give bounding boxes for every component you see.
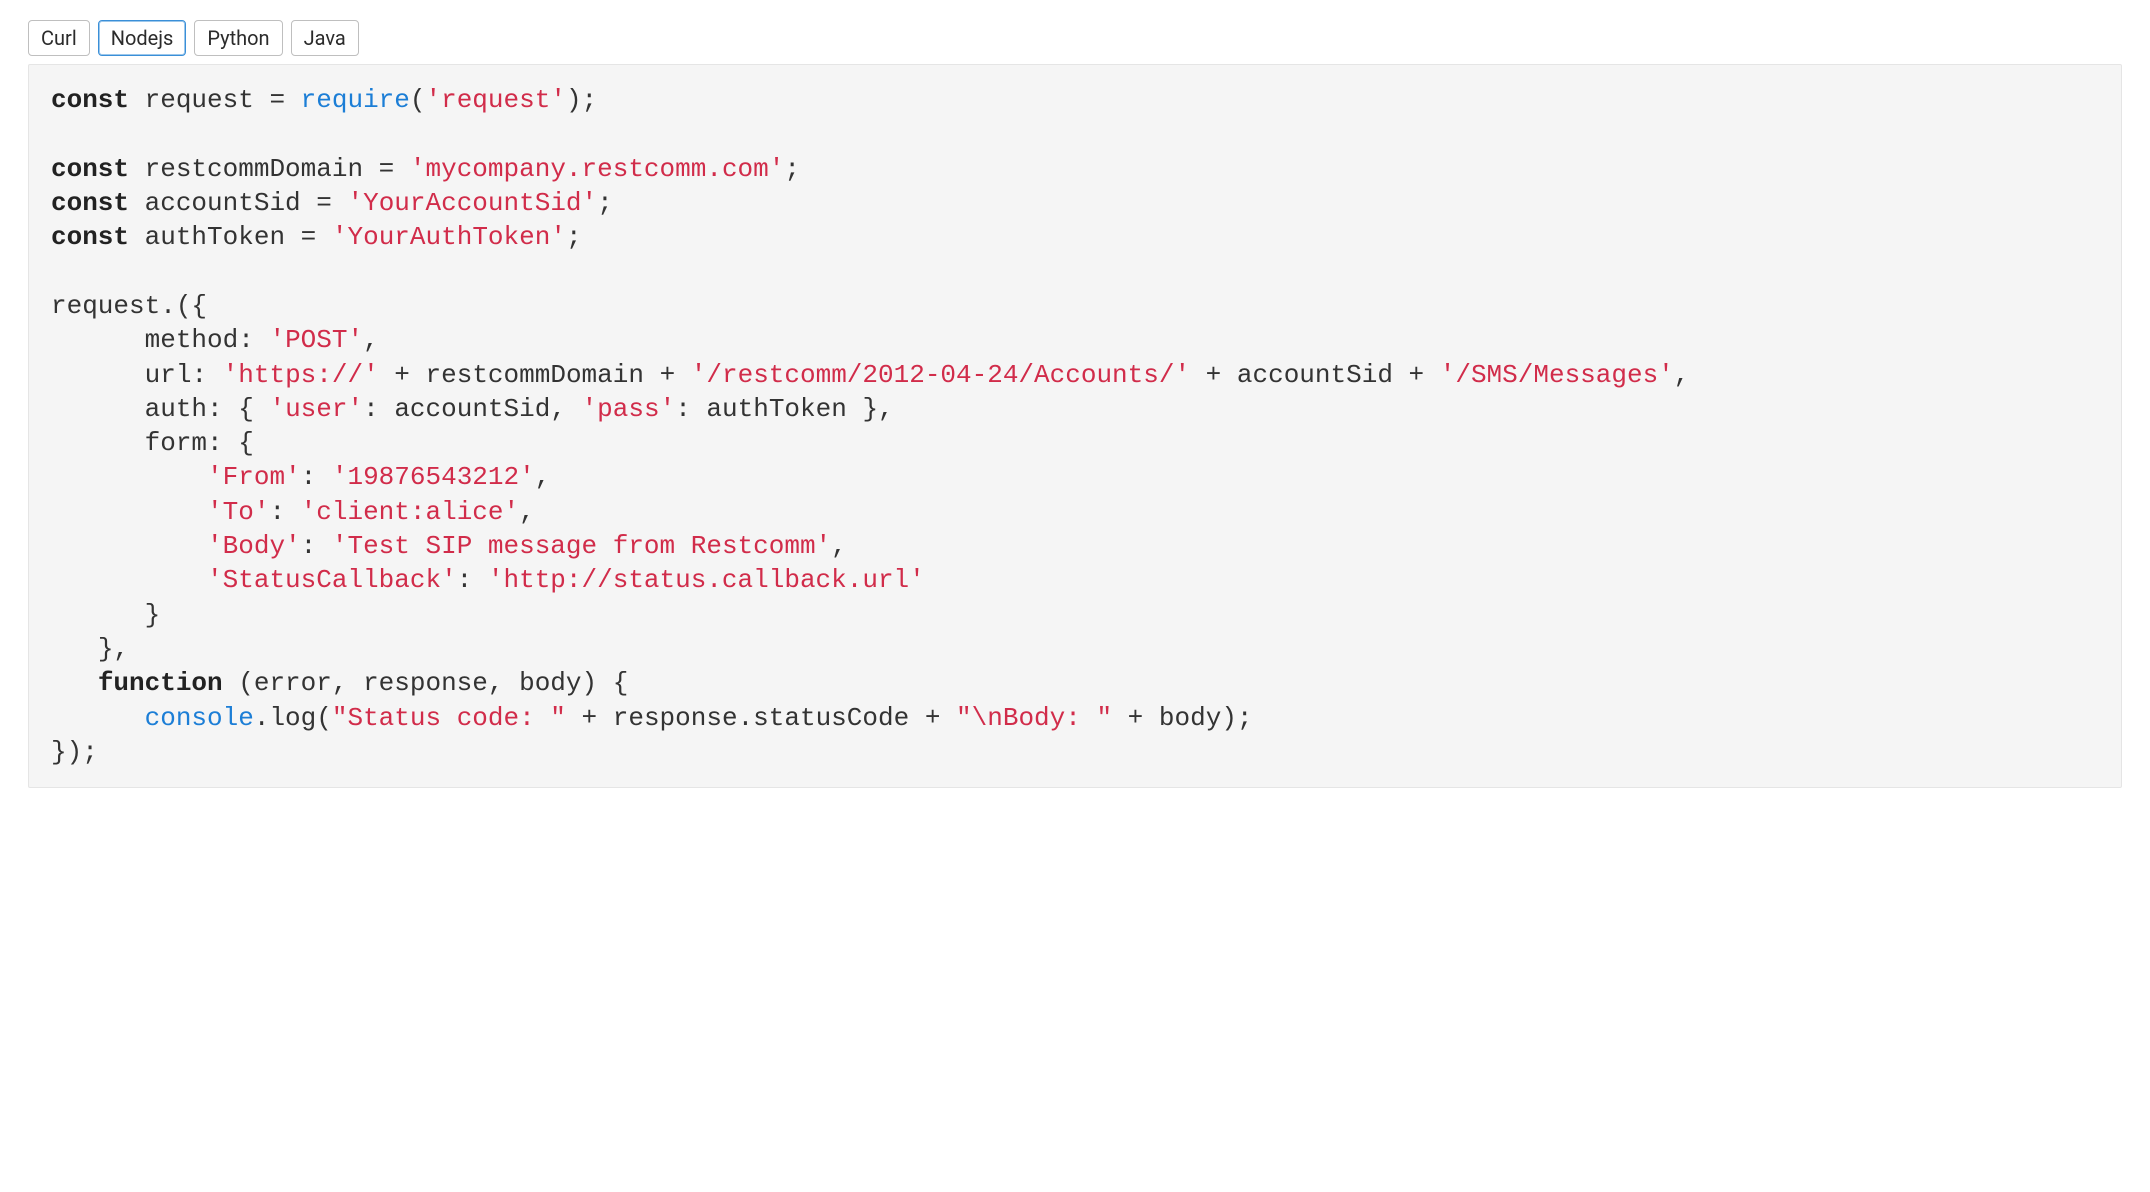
ref-auth-token: authToken — [706, 394, 846, 424]
tab-curl[interactable]: Curl — [28, 20, 90, 56]
str-auth-token: 'YourAuthToken' — [332, 222, 566, 252]
call-request: request — [51, 291, 160, 321]
keyword-function: function — [98, 668, 223, 698]
key-user: 'user' — [269, 394, 363, 424]
language-tabs: Curl Nodejs Python Java — [28, 20, 2122, 56]
val-url-tail: '/SMS/Messages' — [1440, 360, 1674, 390]
tab-python[interactable]: Python — [194, 20, 282, 56]
var-auth-token: authToken — [145, 222, 285, 252]
var-account-sid: accountSid — [145, 188, 301, 218]
key-pass: 'pass' — [582, 394, 676, 424]
code-snippet-panel: Curl Nodejs Python Java const request = … — [0, 0, 2150, 808]
resp-statuscode: response.statusCode — [613, 703, 909, 733]
key-form: form — [145, 428, 207, 458]
callback-params: (error, response, body) — [238, 668, 597, 698]
tab-java[interactable]: Java — [291, 20, 359, 56]
body-var: body — [1159, 703, 1221, 733]
ref-restcomm-domain: restcommDomain — [426, 360, 644, 390]
code-block[interactable]: const request = require('request'); cons… — [28, 64, 2122, 788]
str-account-sid: 'YourAccountSid' — [347, 188, 597, 218]
fn-require: require — [301, 85, 410, 115]
log-str1: "Status code: " — [332, 703, 566, 733]
ref-account-sid: accountSid — [1237, 360, 1393, 390]
keyword-const: const — [51, 222, 129, 252]
tab-nodejs[interactable]: Nodejs — [98, 20, 187, 56]
log-str2: "\nBody: " — [956, 703, 1112, 733]
key-to: 'To' — [207, 497, 269, 527]
key-url: url — [145, 360, 192, 390]
log-fn: log — [269, 703, 316, 733]
code-content: const request = require('request'); cons… — [51, 83, 2099, 769]
keyword-const: const — [51, 85, 129, 115]
val-status-callback: 'http://status.callback.url' — [488, 565, 925, 595]
var-restcomm-domain: restcommDomain — [145, 154, 363, 184]
val-from: '19876543212' — [332, 462, 535, 492]
val-to: 'client:alice' — [301, 497, 519, 527]
keyword-const: const — [51, 154, 129, 184]
console-obj: console — [145, 703, 254, 733]
val-url-path: '/restcomm/2012-04-24/Accounts/' — [691, 360, 1190, 390]
str-restcomm-domain: 'mycompany.restcomm.com' — [410, 154, 784, 184]
val-body: 'Test SIP message from Restcomm' — [332, 531, 831, 561]
ref-account-sid-2: accountSid — [394, 394, 550, 424]
key-auth: auth — [145, 394, 207, 424]
str-request-module: 'request' — [426, 85, 566, 115]
key-body: 'Body' — [207, 531, 301, 561]
val-url-scheme: 'https://' — [223, 360, 379, 390]
key-from: 'From' — [207, 462, 301, 492]
var-request: request — [145, 85, 254, 115]
val-method: 'POST' — [269, 325, 363, 355]
key-method: method — [145, 325, 239, 355]
key-status-callback: 'StatusCallback' — [207, 565, 457, 595]
keyword-const: const — [51, 188, 129, 218]
